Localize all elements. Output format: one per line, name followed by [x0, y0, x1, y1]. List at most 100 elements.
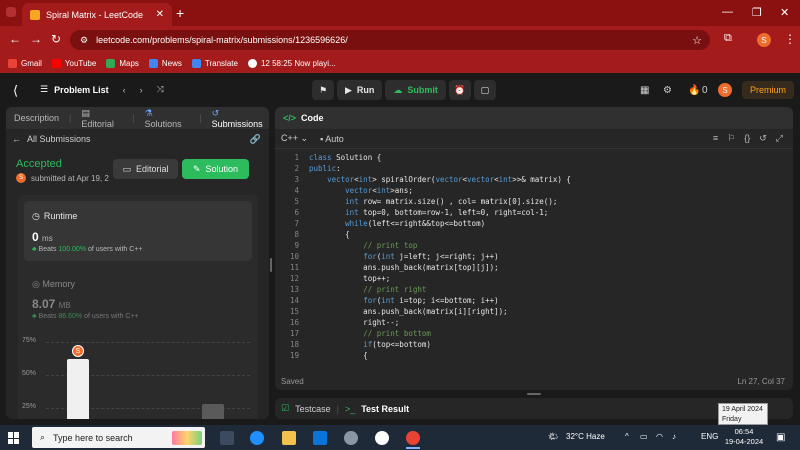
bookmark-youtube[interactable]: YouTube	[51, 58, 96, 68]
minimize-icon[interactable]: —	[722, 6, 733, 18]
shuffle-icon[interactable]: ⤨	[157, 84, 164, 95]
browser-tab[interactable]: Spiral Matrix - LeetCode ✕	[22, 3, 172, 26]
weather-icon[interactable]: 🌤	[548, 432, 558, 441]
distribution-bar[interactable]	[202, 404, 224, 419]
media-player-icon[interactable]	[375, 431, 389, 445]
format-icon[interactable]: ≡	[713, 133, 718, 144]
tab-submissions[interactable]: ↺ Submissions	[212, 108, 269, 129]
url-omnibox[interactable]: ⚙ leetcode.com/problems/spiral-matrix/su…	[70, 30, 710, 50]
back-icon[interactable]: ←	[9, 32, 21, 46]
distribution-bar-user[interactable]	[67, 359, 89, 419]
code-line[interactable]: 14 for(int i=top; i<=bottom; i++)	[275, 295, 793, 306]
tab-description[interactable]: Description	[14, 113, 59, 123]
fullscreen-icon[interactable]: ⤢	[776, 133, 783, 144]
vertical-resize-handle[interactable]	[270, 258, 272, 272]
code-line[interactable]: 7 while(left<=right&&top<=bottom)	[275, 218, 793, 229]
all-submissions-link[interactable]: ← All Submissions	[12, 134, 91, 144]
code-line[interactable]: 3 vector<int> spiralOrder(vector<vector<…	[275, 174, 793, 185]
notes-icon[interactable]: ▢	[473, 80, 496, 100]
bookmark-star-icon[interactable]: ☆	[692, 34, 702, 47]
search-highlight-icon[interactable]	[172, 431, 202, 445]
leetcode-logo-icon[interactable]: ⟨	[13, 83, 27, 98]
premium-button[interactable]: Premium	[742, 81, 795, 99]
tab-solutions[interactable]: ⚗ Solutions	[145, 108, 190, 129]
horizontal-resize-handle[interactable]	[527, 393, 541, 395]
volume-icon[interactable]: ♪	[672, 432, 676, 441]
code-line[interactable]: 12 top++;	[275, 273, 793, 284]
debug-icon[interactable]: ⚑	[312, 80, 334, 100]
fire-icon[interactable]: 🔥	[688, 85, 700, 96]
windows-start-icon[interactable]	[8, 432, 20, 444]
code-line[interactable]: 5 int row= matrix.size() , col= matrix[0…	[275, 196, 793, 207]
new-tab-button[interactable]: +	[176, 5, 184, 21]
submit-button[interactable]: ☁ Submit	[385, 80, 446, 100]
code-line[interactable]: 10 for(int j=left; j<=right; j++)	[275, 251, 793, 262]
bookmark-now-playing[interactable]: 12 58:25 Now playi...	[247, 58, 336, 68]
code-line[interactable]: 18 if(top<=bottom)	[275, 339, 793, 350]
code-line[interactable]: 17 // print bottom	[275, 328, 793, 339]
bookmark-translate[interactable]: Translate	[191, 58, 238, 68]
task-view-icon[interactable]	[220, 431, 234, 445]
language-indicator[interactable]: ENG	[701, 432, 718, 441]
tab-editorial[interactable]: ▤ Editorial	[81, 108, 122, 129]
bookmark-gmail[interactable]: Gmail	[8, 58, 42, 68]
chrome-icon[interactable]	[406, 431, 420, 445]
profile-avatar[interactable]: S	[757, 33, 771, 47]
bookmark-maps[interactable]: Maps	[106, 58, 139, 68]
braces-icon[interactable]: {}	[744, 133, 750, 144]
code-line[interactable]: 16 right--;	[275, 317, 793, 328]
code-line[interactable]: 13 // print right	[275, 284, 793, 295]
problem-list-nav[interactable]: ☰ Problem List ‹ › ⤨	[40, 84, 164, 95]
timer-icon[interactable]: ⏰	[448, 80, 471, 100]
system-clock[interactable]: 06:54 19-04-2024	[724, 427, 764, 447]
forward-icon[interactable]: →	[30, 32, 42, 46]
code-line[interactable]: 19 {	[275, 350, 793, 361]
line-number: 7	[294, 219, 299, 228]
runtime-box[interactable]: ◷ Runtime 0 ms ♣ Beats 100.00% of users w…	[24, 201, 252, 261]
code-line[interactable]: 15 ans.push_back(matrix[i][right]);	[275, 306, 793, 317]
auto-mode-toggle[interactable]: ▪ Auto	[320, 134, 344, 144]
tab-test-result[interactable]: Test Result	[361, 404, 409, 414]
share-link-icon[interactable]: 🔗	[250, 134, 261, 145]
line-text: // print bottom	[363, 329, 431, 338]
editorial-button[interactable]: ▭ Editorial	[113, 159, 178, 179]
reset-icon[interactable]: ↺	[759, 133, 767, 144]
edge-icon[interactable]	[250, 431, 264, 445]
layout-icon[interactable]: ▦	[640, 85, 649, 96]
close-window-icon[interactable]: ✕	[780, 6, 789, 19]
code-editor[interactable]: 1 class Solution {2 public: 3 vector<int> s…	[275, 152, 793, 361]
run-button[interactable]: ▶ Run	[337, 80, 383, 100]
language-select[interactable]: C++ ⌄	[281, 133, 308, 144]
bookmark-news[interactable]: News	[148, 58, 182, 68]
show-hidden-icons[interactable]: ^	[625, 432, 629, 441]
tab-testcase[interactable]: Testcase	[295, 404, 331, 414]
code-line[interactable]: 1 class Solution {	[275, 152, 793, 163]
tab-search-icon[interactable]	[6, 7, 16, 17]
code-line[interactable]: 6 int top=0, bottom=row-1, left=0, right…	[275, 207, 793, 218]
bookmark-icon[interactable]: ⚐	[727, 133, 735, 144]
code-line[interactable]: 8 {	[275, 229, 793, 240]
extensions-icon[interactable]: ⧉	[724, 32, 732, 45]
wifi-icon[interactable]: ◠	[656, 432, 663, 441]
code-line[interactable]: 9 // print top	[275, 240, 793, 251]
chrome-menu-icon[interactable]: ⋮	[784, 32, 796, 46]
code-line[interactable]: 2 public:	[275, 163, 793, 174]
line-text: if(top<=bottom)	[363, 340, 431, 349]
next-problem-icon[interactable]: ›	[140, 85, 143, 95]
notifications-icon[interactable]: ▣	[776, 432, 785, 443]
site-info-icon[interactable]: ⚙	[80, 35, 88, 46]
restore-icon[interactable]: ❐	[752, 6, 762, 19]
code-line[interactable]: 4 vector<int>ans;	[275, 185, 793, 196]
weather-text[interactable]: 32°C Haze	[566, 432, 605, 441]
network-icon[interactable]: ▭	[640, 432, 648, 441]
close-tab-icon[interactable]: ✕	[156, 9, 164, 20]
settings-gear-icon[interactable]: ⚙	[663, 85, 672, 96]
settings-icon[interactable]	[344, 431, 358, 445]
code-line[interactable]: 11 ans.push_back(matrix[top][j]);	[275, 262, 793, 273]
prev-problem-icon[interactable]: ‹	[123, 85, 126, 95]
user-avatar[interactable]: S	[718, 83, 732, 97]
mail-icon[interactable]	[313, 431, 327, 445]
reload-icon[interactable]: ↻	[51, 32, 61, 46]
solution-button[interactable]: ✎ Solution	[182, 159, 249, 179]
file-explorer-icon[interactable]	[282, 431, 296, 445]
